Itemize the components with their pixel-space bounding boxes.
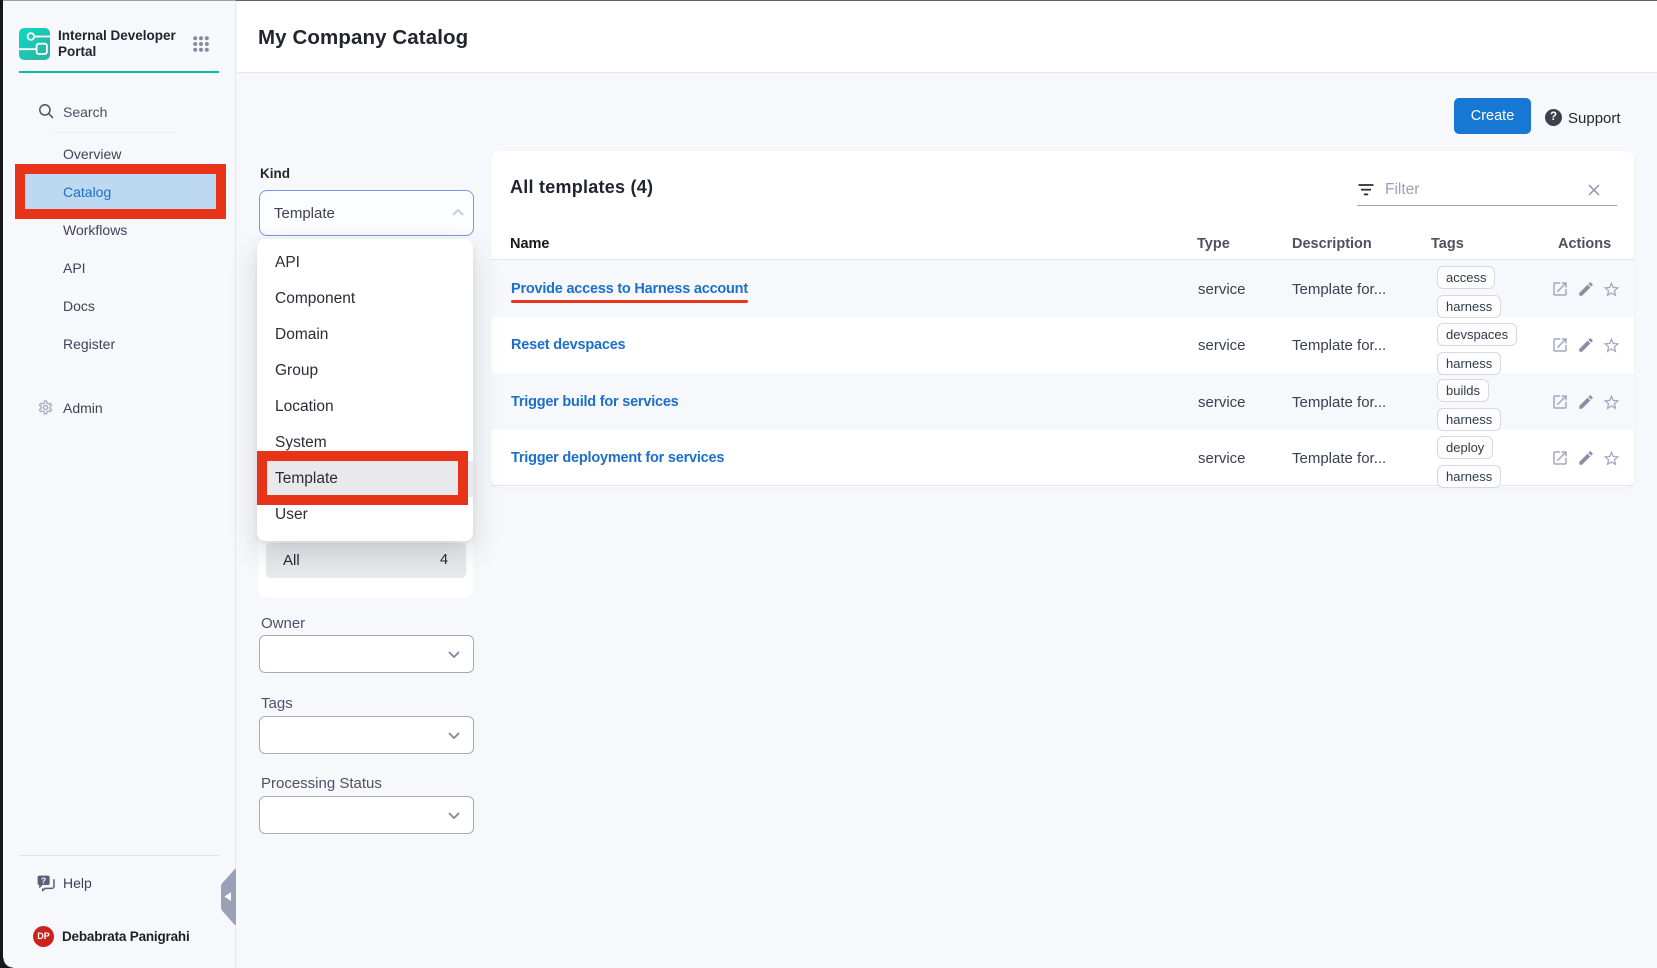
svg-text:?: ? — [41, 875, 46, 885]
